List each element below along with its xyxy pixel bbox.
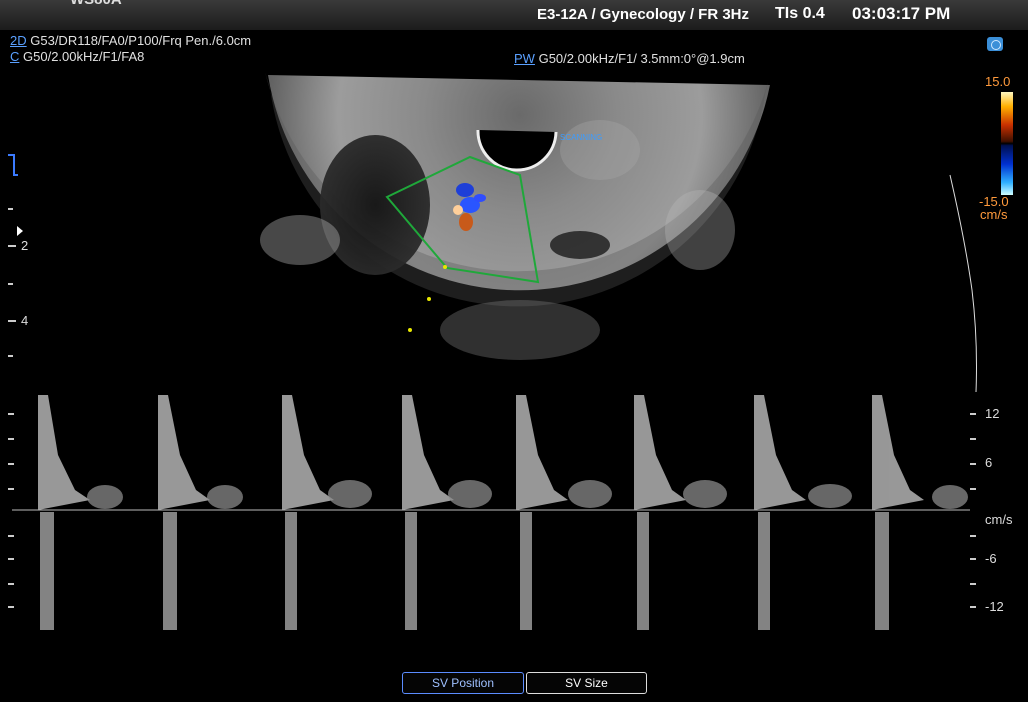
ultrasound-canvas: SCANNING [8,72,977,630]
depth-label-4: 4 [21,313,29,328]
spectrum-label-6: 6 [985,455,993,470]
spectrum-label-neg12: -12 [985,599,1004,614]
focus-marker-icon [427,297,431,301]
bmode-sector-image[interactable]: SCANNING [260,72,770,360]
sv-position-button[interactable]: SV Position [402,672,524,694]
focus-marker-icon [443,265,447,269]
spectrum-label-12: 12 [985,406,1000,421]
sv-size-button[interactable]: SV Size [526,672,647,694]
focus-marker-icon [408,328,412,332]
doppler-spectrum[interactable] [8,395,976,630]
depth-label-2: 2 [21,238,29,253]
svg-text:SCANNING: SCANNING [560,133,602,142]
tgc-curve[interactable] [949,174,977,393]
spectrum-unit: cm/s [985,512,1013,527]
spectrum-label-neg6: -6 [985,551,997,566]
